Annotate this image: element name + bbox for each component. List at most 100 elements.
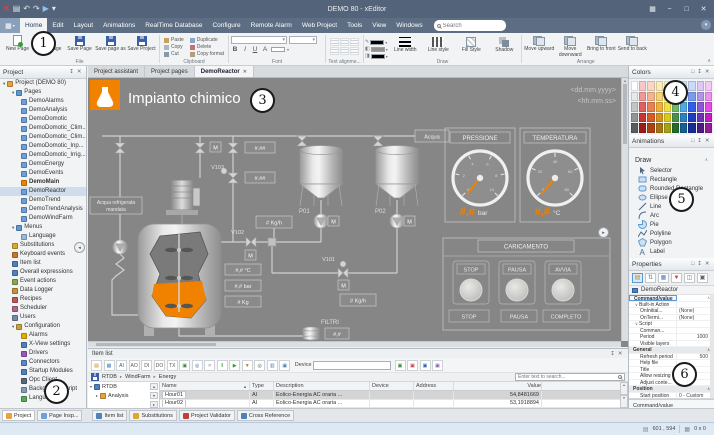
save-project-button[interactable]: Save Project bbox=[126, 34, 157, 58]
tree-item[interactable]: Langua... bbox=[0, 394, 86, 403]
item-toolbar-button[interactable]: TX bbox=[167, 360, 178, 371]
color-swatch[interactable] bbox=[639, 123, 646, 133]
item-toolbar-button[interactable]: ◎ bbox=[254, 360, 265, 371]
tree-item[interactable]: DemoTrend bbox=[0, 196, 86, 205]
color-swatch[interactable] bbox=[705, 123, 712, 133]
property-value[interactable] bbox=[677, 341, 714, 347]
delete-button[interactable]: Delete bbox=[190, 44, 224, 50]
item-toolbar-button[interactable]: ▣ bbox=[420, 360, 431, 371]
item-toolbar-button[interactable]: ▦ bbox=[104, 360, 115, 371]
ribbon-tab[interactable]: RealTime Database bbox=[140, 18, 207, 33]
breadcrumb-windfarm[interactable]: WindFarm bbox=[125, 374, 150, 380]
tree-item[interactable]: DemoTrendAnalysis bbox=[0, 205, 86, 214]
page-canvas[interactable]: Impianto chimico <dd.mm.yyyy> <hh.mm.ss> bbox=[88, 78, 628, 347]
color-swatch[interactable] bbox=[688, 102, 695, 112]
col-description[interactable]: Description bbox=[274, 382, 370, 390]
tree-item[interactable]: Opc Client bbox=[0, 376, 86, 385]
item-toolbar-button[interactable]: ▣ bbox=[432, 360, 443, 371]
tool-label[interactable]: ALabel bbox=[629, 247, 714, 256]
ribbon-display-button[interactable]: ▦ bbox=[644, 5, 661, 13]
copy-button[interactable]: Copy bbox=[164, 44, 184, 50]
pin-icon[interactable]: ↧ bbox=[696, 261, 704, 267]
color-swatch[interactable] bbox=[647, 113, 654, 123]
properties-root-item[interactable]: DemoReactor bbox=[629, 286, 714, 295]
tree-item[interactable]: Language bbox=[0, 232, 86, 241]
tree-item[interactable]: Drivers bbox=[0, 349, 86, 358]
tree-item[interactable]: Data Logger bbox=[0, 286, 86, 295]
ribbon-tab[interactable]: Remote Alarm bbox=[246, 18, 297, 33]
color-swatch[interactable] bbox=[664, 123, 671, 133]
col-value[interactable]: Value bbox=[454, 382, 542, 390]
font-family-select[interactable]: ▾ bbox=[231, 36, 287, 44]
color-swatch[interactable] bbox=[639, 92, 646, 102]
col-name[interactable]: Name▲ bbox=[160, 382, 250, 390]
tool-arc[interactable]: Arc bbox=[629, 211, 714, 220]
pin-icon[interactable]: ↧ bbox=[696, 69, 704, 75]
bring-to-front-button[interactable]: Bring to front bbox=[586, 34, 617, 58]
tree-item[interactable]: DemoWindFarm bbox=[0, 214, 86, 223]
color-swatch[interactable] bbox=[688, 113, 695, 123]
tree-item[interactable]: DemoMain bbox=[0, 178, 86, 187]
new-page-button[interactable]: New Page bbox=[2, 34, 33, 58]
tree-item[interactable]: Pages bbox=[0, 88, 86, 97]
bold-button[interactable]: B bbox=[231, 46, 239, 53]
tree-item[interactable]: Menus bbox=[0, 223, 86, 232]
color-swatch[interactable] bbox=[656, 113, 663, 123]
tool-pie[interactable]: Pie bbox=[629, 220, 714, 229]
properties-toolbar-button[interactable]: ▣ bbox=[697, 273, 708, 283]
tree-item[interactable]: DemoDomotic_Clim... bbox=[0, 124, 86, 133]
color-swatch[interactable] bbox=[697, 123, 704, 133]
text-fill-select[interactable] bbox=[271, 47, 285, 52]
tab-item-list[interactable]: Item list bbox=[92, 410, 127, 421]
color-swatch[interactable] bbox=[705, 92, 712, 102]
pin-icon[interactable]: ↧ bbox=[696, 138, 704, 144]
tool-rectangle[interactable]: Rectangle bbox=[629, 175, 714, 184]
color-swatch[interactable] bbox=[688, 81, 695, 91]
align-top-button[interactable] bbox=[330, 47, 339, 55]
align-left-button[interactable] bbox=[330, 38, 339, 46]
tree-item[interactable]: Connectors bbox=[0, 358, 86, 367]
properties-toolbar-button[interactable]: ▤ bbox=[632, 273, 643, 283]
color-swatch[interactable] bbox=[639, 81, 646, 91]
tab-cross-reference[interactable]: Cross Reference bbox=[237, 410, 294, 421]
color-swatch[interactable] bbox=[631, 113, 638, 123]
property-value[interactable] bbox=[677, 295, 707, 301]
color-swatch[interactable] bbox=[631, 102, 638, 112]
help-icon[interactable]: ▾ bbox=[701, 20, 711, 30]
close-icon[interactable]: ✕ bbox=[75, 69, 83, 75]
tree-item[interactable]: Overall expressions bbox=[0, 268, 86, 277]
item-toolbar-button[interactable]: ▣ bbox=[407, 360, 418, 371]
copy-format-button[interactable]: Copy format bbox=[190, 51, 224, 57]
pin-icon[interactable]: ↧ bbox=[609, 351, 617, 357]
underline-button[interactable]: U bbox=[251, 46, 259, 53]
device-input[interactable] bbox=[313, 361, 391, 370]
color-swatch[interactable] bbox=[639, 102, 646, 112]
align-center-button[interactable] bbox=[340, 38, 349, 46]
properties-toolbar-button[interactable]: ▼ bbox=[671, 273, 682, 283]
color-swatch[interactable] bbox=[705, 102, 712, 112]
ribbon-tab[interactable]: View bbox=[367, 18, 391, 33]
item-toolbar-button[interactable]: AO bbox=[129, 360, 140, 371]
tree-item[interactable]: Event actions bbox=[0, 277, 86, 286]
save-page-button[interactable]: Save Page bbox=[64, 34, 95, 58]
tree-item[interactable]: DemoAnalysis bbox=[0, 106, 86, 115]
close-icon[interactable]: ✕ bbox=[616, 351, 624, 357]
item-toolbar-button[interactable]: ◎ bbox=[192, 360, 203, 371]
color-swatch[interactable] bbox=[647, 102, 654, 112]
close-icon[interactable]: ✕ bbox=[703, 69, 711, 75]
close-icon[interactable]: ✕ bbox=[703, 261, 711, 267]
tab-demoreactor[interactable]: DemoReactor✕ bbox=[195, 66, 254, 77]
color-swatch[interactable] bbox=[688, 92, 695, 102]
color-swatch[interactable] bbox=[688, 123, 695, 133]
move-upward-button[interactable]: Move upward bbox=[524, 34, 555, 58]
paste-button[interactable]: Paste bbox=[164, 37, 184, 43]
color-swatch[interactable] bbox=[656, 81, 663, 91]
tree-item[interactable]: Configuration bbox=[0, 322, 86, 331]
color-swatch[interactable] bbox=[647, 123, 654, 133]
color-swatch[interactable] bbox=[656, 123, 663, 133]
close-tab-icon[interactable]: ✕ bbox=[243, 69, 247, 75]
tree-item[interactable]: DemoDomotic_Irrig... bbox=[0, 151, 86, 160]
ribbon-tab[interactable]: Web Project bbox=[297, 18, 342, 33]
item-name[interactable]: Hour01 bbox=[162, 391, 186, 399]
color-swatch[interactable] bbox=[680, 113, 687, 123]
